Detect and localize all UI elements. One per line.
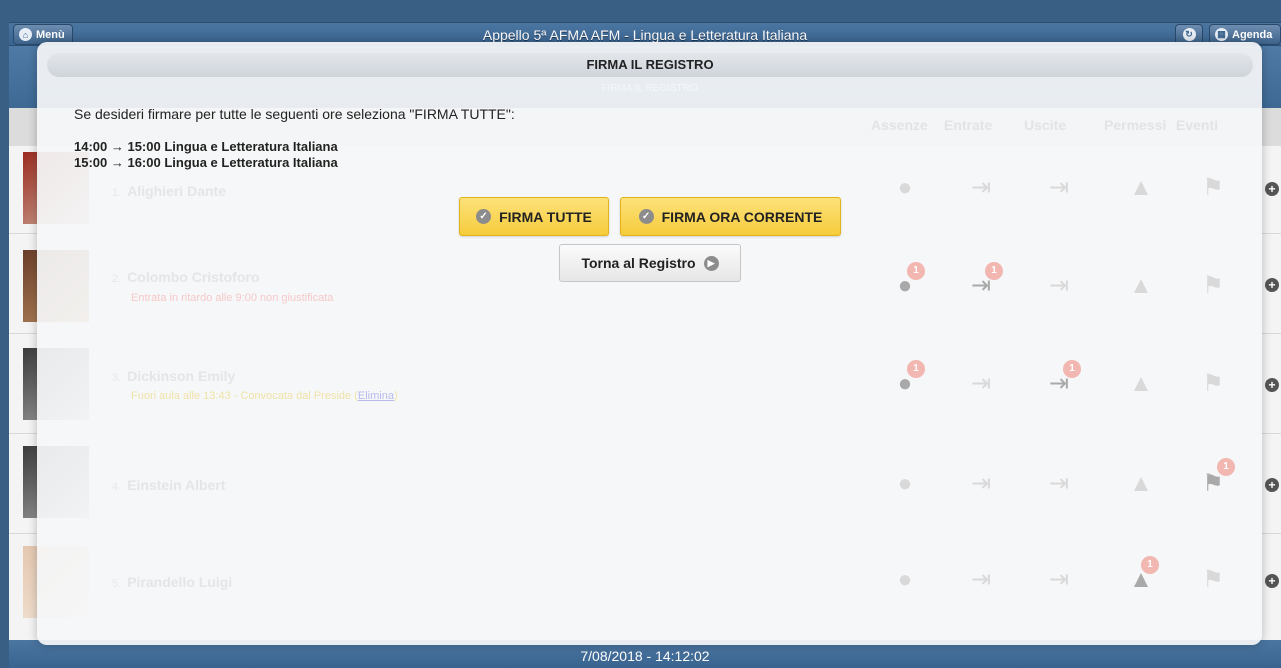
count-badge: 1 <box>1063 360 1081 378</box>
firma-ora-corrente-label: FIRMA ORA CORRENTE <box>661 208 823 225</box>
exit-icon[interactable]: ⇥ <box>1043 468 1075 500</box>
sign-register-dialog: FIRMA IL REGISTRO FIRMA IL REGISTRO Asse… <box>37 42 1262 645</box>
check-icon: ✓ <box>638 209 654 224</box>
dialog-intro-text: Se desideri firmare per tutte le seguent… <box>74 106 515 122</box>
refresh-icon: ↻ <box>1182 28 1196 41</box>
event-flag-icon[interactable]: ⚑ <box>1197 172 1229 204</box>
delete-link[interactable]: Elimina <box>358 390 394 402</box>
entry-icon[interactable]: ⇥ <box>965 468 997 500</box>
column-assenze: Assenze <box>871 117 928 133</box>
student-name: 5. Pirandello Luigi <box>112 574 233 590</box>
student-name: 1. Alighieri Dante <box>112 183 226 199</box>
student-name: 3. Dickinson Emily <box>112 368 236 384</box>
absence-icon[interactable]: ● <box>889 564 921 596</box>
count-badge: 1 <box>907 262 925 280</box>
student-name: 2. Colombo Cristoforo <box>112 269 260 285</box>
column-permessi: Permessi <box>1104 117 1167 133</box>
add-icon[interactable]: + <box>1265 478 1279 492</box>
calendar-icon: ▦ <box>1215 28 1228 41</box>
entry-icon[interactable]: ⇥ <box>965 368 997 400</box>
agenda-label: Agenda <box>1232 28 1273 41</box>
add-icon[interactable]: + <box>1265 182 1279 196</box>
permission-icon[interactable]: ▲ <box>1125 270 1157 302</box>
exit-icon[interactable]: ⇥ <box>1043 172 1075 204</box>
count-badge: 1 <box>907 360 925 378</box>
absence-icon[interactable]: ● <box>889 172 921 204</box>
count-badge: 1 <box>985 262 1003 280</box>
firma-ora-corrente-button[interactable]: ✓ FIRMA ORA CORRENTE <box>620 197 841 236</box>
column-eventi: Eventi <box>1176 117 1219 133</box>
add-icon[interactable]: + <box>1265 574 1279 588</box>
torna-al-registro-button[interactable]: Torna al Registro ▶ <box>559 244 741 282</box>
ghost-subtitle: FIRMA IL REGISTRO <box>601 83 698 94</box>
event-flag-icon[interactable]: ⚑ <box>1197 368 1229 400</box>
permission-icon[interactable]: ▲ <box>1125 368 1157 400</box>
student-note: Entrata in ritardo alle 9:00 non giustif… <box>131 292 334 304</box>
exit-icon[interactable]: ⇥ <box>1043 564 1075 596</box>
arrow-right-icon: ▶ <box>703 255 719 271</box>
column-entrate: Entrate <box>944 117 993 133</box>
exit-icon[interactable]: ⇥ <box>1043 270 1075 302</box>
firma-tutte-label: FIRMA TUTTE <box>499 208 592 225</box>
torna-al-registro-label: Torna al Registro <box>581 255 696 271</box>
student-name: 4. Einstein Albert <box>112 477 226 493</box>
absence-icon[interactable]: ● <box>889 468 921 500</box>
count-badge: 1 <box>1217 458 1235 476</box>
entry-icon[interactable]: ⇥ <box>965 172 997 204</box>
event-flag-icon[interactable]: ⚑ <box>1197 564 1229 596</box>
entry-icon[interactable]: ⇥ <box>965 564 997 596</box>
page-title: Appello 5ª AFMA AFM - Lingua e Letteratu… <box>482 27 808 43</box>
firma-tutte-button[interactable]: ✓ FIRMA TUTTE <box>459 197 609 236</box>
add-icon[interactable]: + <box>1265 278 1279 292</box>
event-flag-icon[interactable]: ⚑ <box>1197 270 1229 302</box>
student-note: Fuori aula alle 13:43 - Convocata dal Pr… <box>131 390 398 402</box>
column-uscite: Uscite <box>1024 117 1067 133</box>
check-icon: ✓ <box>476 209 492 224</box>
hour-item: 15:00 → 16:00 Lingua e Letteratura Itali… <box>74 155 338 170</box>
hour-item: 14:00 → 15:00 Lingua e Letteratura Itali… <box>74 139 338 154</box>
permission-icon[interactable]: ▲ <box>1125 172 1157 204</box>
dialog-title: FIRMA IL REGISTRO <box>47 53 1253 77</box>
datetime-display: 7/08/2018 - 14:12:02 <box>580 648 710 664</box>
count-badge: 1 <box>1141 556 1159 574</box>
add-icon[interactable]: + <box>1265 378 1279 392</box>
permission-icon[interactable]: ▲ <box>1125 468 1157 500</box>
